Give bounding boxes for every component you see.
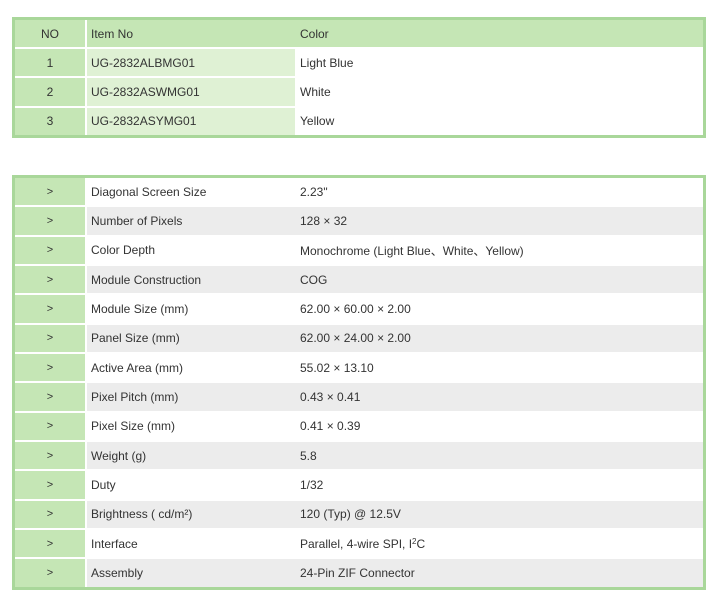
spec-row: > Active Area (mm) 55.02 × 13.10 bbox=[15, 354, 703, 384]
table-row: 2 UG-2832ASWMG01 White bbox=[15, 78, 703, 108]
row-marker: > bbox=[15, 500, 87, 531]
row-number: 2 bbox=[15, 78, 87, 108]
row-marker: > bbox=[15, 442, 87, 472]
spec-value: 1/32 bbox=[295, 471, 703, 501]
spec-value: COG bbox=[295, 266, 703, 296]
spec-row: > Pixel Pitch (mm) 0.43 × 0.41 bbox=[15, 383, 703, 413]
spec-label: Color Depth bbox=[87, 236, 295, 267]
row-marker: > bbox=[15, 354, 87, 384]
item-color: Yellow bbox=[295, 107, 703, 135]
header-item-no: Item No bbox=[87, 20, 295, 49]
interface-value-text: Parallel, 4-wire SPI, I bbox=[300, 536, 413, 551]
item-color: White bbox=[295, 78, 703, 108]
spec-value: 62.00 × 60.00 × 2.00 bbox=[295, 295, 703, 325]
interface-value-suffix: C bbox=[416, 536, 426, 551]
spec-row: > Diagonal Screen Size 2.23" bbox=[15, 178, 703, 208]
row-marker: > bbox=[15, 383, 87, 413]
spec-row: > Brightness ( cd/m²) 120 (Typ) @ 12.5V bbox=[15, 500, 703, 531]
row-marker: > bbox=[15, 295, 87, 325]
spec-label: Pixel Size (mm) bbox=[87, 412, 295, 443]
spec-row: > Color Depth Monochrome (Light Blue、Whi… bbox=[15, 236, 703, 267]
row-marker: > bbox=[15, 266, 87, 296]
spec-label: Weight (g) bbox=[87, 442, 295, 472]
spec-value: 55.02 × 13.10 bbox=[295, 354, 703, 384]
spec-label: Duty bbox=[87, 471, 295, 501]
spec-label: Pixel Pitch (mm) bbox=[87, 383, 295, 413]
row-marker: > bbox=[15, 530, 87, 560]
spec-value: Parallel, 4-wire SPI, I2C bbox=[295, 530, 703, 560]
row-marker: > bbox=[15, 471, 87, 501]
spec-label: Panel Size (mm) bbox=[87, 324, 295, 355]
spec-label: Active Area (mm) bbox=[87, 354, 295, 384]
spec-value: 0.43 × 0.41 bbox=[295, 383, 703, 413]
row-marker: > bbox=[15, 324, 87, 355]
spec-label: Brightness ( cd/m²) bbox=[87, 500, 295, 531]
spec-row: > Module Size (mm) 62.00 × 60.00 × 2.00 bbox=[15, 295, 703, 325]
spec-row: > Duty 1/32 bbox=[15, 471, 703, 501]
spec-row: > Weight (g) 5.8 bbox=[15, 442, 703, 472]
spec-label: Module Size (mm) bbox=[87, 295, 295, 325]
spec-value: 120 (Typ) @ 12.5V bbox=[295, 500, 703, 531]
spec-row: > Interface Parallel, 4-wire SPI, I2C bbox=[15, 530, 703, 560]
table-row: 1 UG-2832ALBMG01 Light Blue bbox=[15, 49, 703, 79]
item-number: UG-2832ALBMG01 bbox=[87, 49, 295, 79]
row-marker: > bbox=[15, 207, 87, 237]
spec-label: Module Construction bbox=[87, 266, 295, 296]
spec-value: 24-Pin ZIF Connector bbox=[295, 559, 703, 587]
spec-label: Diagonal Screen Size bbox=[87, 178, 295, 208]
spec-row: > Panel Size (mm) 62.00 × 24.00 × 2.00 bbox=[15, 324, 703, 355]
spec-value: 2.23" bbox=[295, 178, 703, 208]
spec-row: > Module Construction COG bbox=[15, 266, 703, 296]
row-marker: > bbox=[15, 412, 87, 443]
header-no: NO bbox=[15, 20, 87, 49]
spec-value: 5.8 bbox=[295, 442, 703, 472]
spec-row: > Assembly 24-Pin ZIF Connector bbox=[15, 559, 703, 587]
specifications-table: > Diagonal Screen Size 2.23" > Number of… bbox=[12, 175, 706, 590]
row-number: 1 bbox=[15, 49, 87, 79]
spec-label: Interface bbox=[87, 530, 295, 560]
spec-label: Assembly bbox=[87, 559, 295, 587]
item-color-table: NO Item No Color 1 UG-2832ALBMG01 Light … bbox=[12, 17, 706, 138]
row-marker: > bbox=[15, 559, 87, 587]
table-header-row: NO Item No Color bbox=[15, 20, 703, 49]
row-number: 3 bbox=[15, 107, 87, 135]
spec-row: > Pixel Size (mm) 0.41 × 0.39 bbox=[15, 412, 703, 443]
item-color: Light Blue bbox=[295, 49, 703, 79]
table-row: 3 UG-2832ASYMG01 Yellow bbox=[15, 107, 703, 135]
item-number: UG-2832ASYMG01 bbox=[87, 107, 295, 135]
spec-value: 62.00 × 24.00 × 2.00 bbox=[295, 324, 703, 355]
spec-row: > Number of Pixels 128 × 32 bbox=[15, 207, 703, 237]
row-marker: > bbox=[15, 178, 87, 208]
row-marker: > bbox=[15, 236, 87, 267]
spec-value: 128 × 32 bbox=[295, 207, 703, 237]
spec-label: Number of Pixels bbox=[87, 207, 295, 237]
header-color: Color bbox=[295, 20, 703, 49]
item-number: UG-2832ASWMG01 bbox=[87, 78, 295, 108]
spec-value: 0.41 × 0.39 bbox=[295, 412, 703, 443]
spec-value: Monochrome (Light Blue、White、Yellow) bbox=[295, 236, 703, 267]
